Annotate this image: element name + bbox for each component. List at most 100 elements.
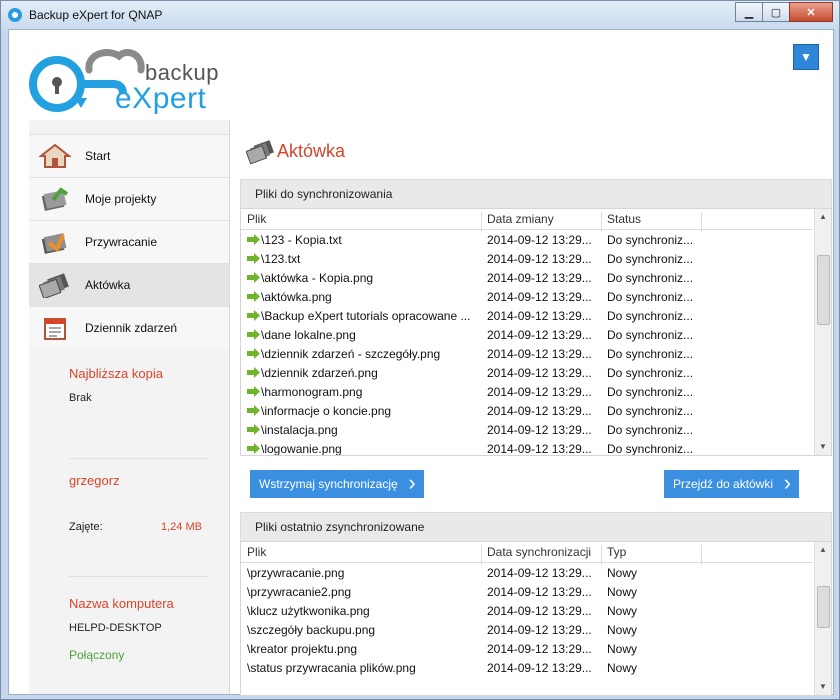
file-name: \dziennik zdarzeń.png	[261, 366, 378, 380]
file-cell: \harmonogram.png	[247, 385, 479, 399]
column-divider	[601, 212, 602, 232]
file-cell: \dziennik zdarzeń.png	[247, 366, 479, 380]
table-row[interactable]: \harmonogram.png 2014-09-12 13:29... Do sy…	[241, 383, 813, 402]
next-backup-value: Brak	[69, 392, 92, 404]
column-divider	[481, 212, 482, 232]
table-row[interactable]: \klucz użytkwonika.png 2014-09-12 13:29..…	[241, 602, 813, 621]
event-log-icon	[44, 318, 66, 340]
pause-sync-button[interactable]: Wstrzymaj synchronizację	[250, 470, 424, 498]
goto-briefcase-button[interactable]: Przejdź do aktówki	[664, 470, 800, 498]
sidebar-item-start[interactable]: Start	[29, 134, 229, 177]
table-row[interactable]: \dziennik zdarzeń.png 2014-09-12 13:29...…	[241, 364, 813, 383]
table-row[interactable]: \123.txt 2014-09-12 13:29... Do synchroniz…	[241, 250, 813, 269]
sync-files-table: Plik Data zmiany Status \123 - Kopia.txt…	[240, 208, 832, 456]
column-header-file[interactable]: Plik	[247, 212, 266, 226]
close-button[interactable]: ✕	[789, 2, 833, 22]
sync-arrow-icon	[247, 348, 260, 359]
table-row[interactable]: \dane lokalne.png 2014-09-12 13:29... Do s…	[241, 326, 813, 345]
status-cell: Do synchroniz...	[607, 233, 694, 247]
sync-date-cell: 2014-09-12 13:29...	[487, 642, 592, 656]
status-cell: Do synchroniz...	[607, 404, 694, 418]
table-row[interactable]: \Backup eXpert tutorials opracowane ... 2…	[241, 307, 813, 326]
scroll-up-arrow-icon[interactable]: ▲	[815, 209, 831, 225]
sidebar-item-dziennik-zdarzen[interactable]: Dziennik zdarzeń	[29, 306, 229, 349]
column-divider	[481, 545, 482, 565]
file-cell: \klucz użytkwonika.png	[247, 604, 370, 618]
sync-arrow-icon	[247, 291, 260, 302]
sync-panel-title: Pliki do synchronizowania	[255, 187, 393, 201]
sync-arrow-icon	[247, 386, 260, 397]
table-row[interactable]: \szczegóły backupu.png 2014-09-12 13:29..…	[241, 621, 813, 640]
date-cell: 2014-09-12 13:29...	[487, 347, 592, 361]
table-row[interactable]: \logowanie.png 2014-09-12 13:29... Do sync…	[241, 440, 813, 455]
scroll-up-arrow-icon[interactable]: ▲	[815, 542, 831, 558]
scroll-down-arrow-icon[interactable]: ▼	[815, 679, 831, 695]
column-divider	[701, 212, 702, 232]
table-row[interactable]: \przywracanie.png 2014-09-12 13:29... Nowy	[241, 564, 813, 583]
column-header-type[interactable]: Typ	[607, 545, 626, 559]
type-cell: Nowy	[607, 604, 638, 618]
table-row[interactable]: \aktówka - Kopia.png 2014-09-12 13:29... D…	[241, 269, 813, 288]
column-header-file[interactable]: Plik	[247, 545, 266, 559]
briefcase-icon	[246, 140, 274, 165]
status-cell: Do synchroniz...	[607, 290, 694, 304]
used-space-label: Zajęte:	[69, 521, 103, 533]
sidebar-item-label: Start	[85, 149, 111, 163]
file-name: \dziennik zdarzeń - szczegóły.png	[261, 347, 441, 361]
sidebar-item-aktowka[interactable]: Aktówka	[29, 263, 229, 306]
page-title: Aktówka	[277, 141, 346, 161]
sync-arrow-icon	[247, 253, 260, 264]
file-cell: \przywracanie2.png	[247, 585, 352, 599]
recent-table-scrollbar[interactable]: ▲ ▼	[814, 542, 831, 695]
status-cell: Do synchroniz...	[607, 347, 694, 361]
file-cell: \instalacja.png	[247, 423, 479, 437]
scroll-down-arrow-icon[interactable]: ▼	[815, 439, 831, 455]
main-content: Aktówka Pliki do synchronizowania Plik D…	[230, 120, 833, 696]
scrollbar-thumb[interactable]	[817, 255, 830, 325]
client-area: backup eXpert ▼ Start Moje projekty Przy…	[8, 29, 834, 696]
scrollbar-thumb[interactable]	[817, 586, 830, 628]
window-title: Backup eXpert for QNAP	[29, 8, 163, 22]
recent-files-table: Plik Data synchronizacji Typ \przywracan…	[240, 541, 832, 696]
app-icon	[8, 8, 22, 22]
file-name: \aktówka.png	[261, 290, 332, 304]
type-cell: Nowy	[607, 566, 638, 580]
sync-arrow-icon	[247, 310, 260, 321]
sidebar-item-label: Aktówka	[85, 278, 131, 292]
table-row[interactable]: \instalacja.png 2014-09-12 13:29... Do syn…	[241, 421, 813, 440]
sync-table-scrollbar[interactable]: ▲ ▼	[814, 209, 831, 455]
status-cell: Do synchroniz...	[607, 385, 694, 399]
table-row[interactable]: \kreator projektu.png 2014-09-12 13:29...…	[241, 640, 813, 659]
type-cell: Nowy	[607, 623, 638, 637]
table-row[interactable]: \informacje o koncie.png 2014-09-12 13:29…	[241, 402, 813, 421]
table-row[interactable]: \aktówka.png 2014-09-12 13:29... Do synchr…	[241, 288, 813, 307]
sync-date-cell: 2014-09-12 13:29...	[487, 566, 592, 580]
title-bar[interactable]: Backup eXpert for QNAP ▁ ▢ ✕	[1, 1, 839, 29]
maximize-button[interactable]: ▢	[762, 2, 790, 22]
logo-text-expert: eXpert	[115, 82, 207, 115]
file-name: \123 - Kopia.txt	[261, 233, 342, 247]
sidebar-item-moje-projekty[interactable]: Moje projekty	[29, 177, 229, 220]
sidebar-item-przywracanie[interactable]: Przywracanie	[29, 220, 229, 263]
computer-name-label: Nazwa komputera	[69, 596, 174, 611]
sidebar-item-label: Dziennik zdarzeń	[85, 321, 178, 335]
sync-arrow-icon	[247, 272, 260, 283]
date-cell: 2014-09-12 13:29...	[487, 233, 592, 247]
date-cell: 2014-09-12 13:29...	[487, 309, 592, 323]
sync-date-cell: 2014-09-12 13:29...	[487, 623, 592, 637]
sidebar-divider	[69, 458, 209, 459]
minimize-button[interactable]: ▁	[735, 2, 763, 22]
column-header-status[interactable]: Status	[607, 212, 641, 226]
file-cell: \123.txt	[247, 252, 479, 266]
file-name: \dane lokalne.png	[261, 328, 356, 342]
file-name: \harmonogram.png	[261, 385, 363, 399]
menu-dropdown-button[interactable]: ▼	[793, 44, 819, 70]
column-header-sync-date[interactable]: Data synchronizacji	[487, 545, 591, 559]
table-row[interactable]: \123 - Kopia.txt 2014-09-12 13:29... Do sy…	[241, 231, 813, 250]
table-row[interactable]: \dziennik zdarzeń - szczegóły.png 2014-09…	[241, 345, 813, 364]
table-row[interactable]: \status przywracania plików.png 2014-09-1…	[241, 659, 813, 678]
column-header-date[interactable]: Data zmiany	[487, 212, 554, 226]
table-row[interactable]: \przywracanie2.png 2014-09-12 13:29... Now…	[241, 583, 813, 602]
sync-date-cell: 2014-09-12 13:29...	[487, 661, 592, 675]
sync-arrow-icon	[247, 234, 260, 245]
